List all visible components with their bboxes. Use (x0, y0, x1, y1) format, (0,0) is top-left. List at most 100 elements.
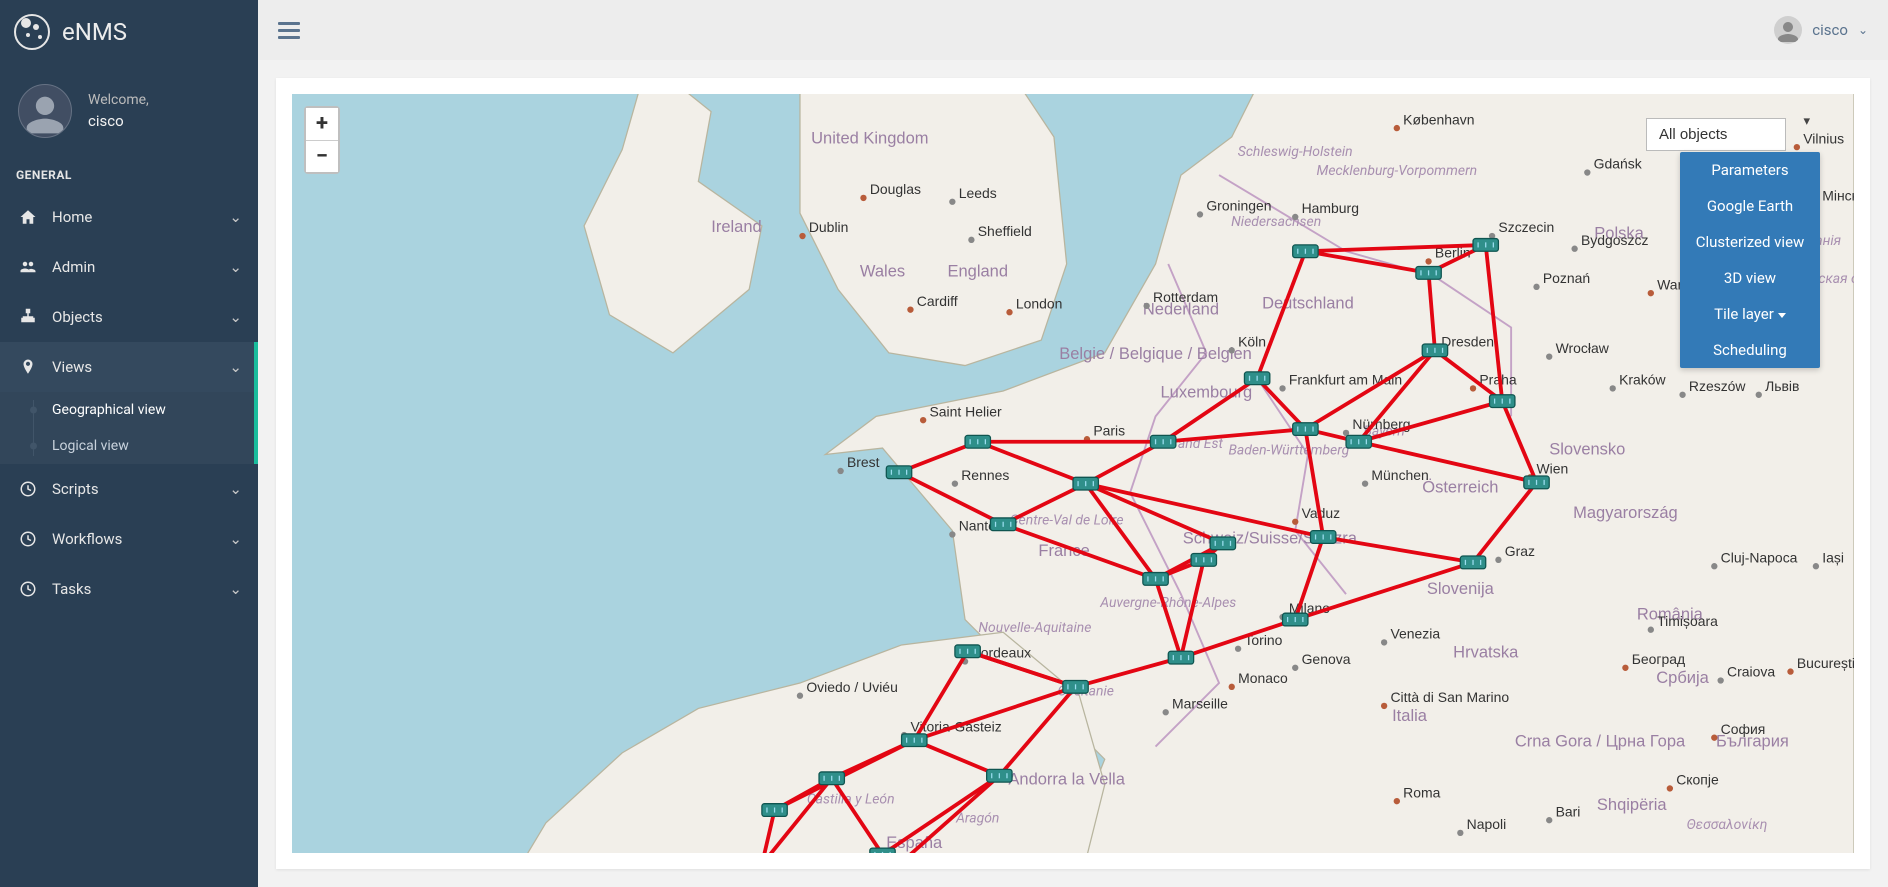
sidebar-item-label: Views (52, 358, 92, 376)
map[interactable]: + − All objects Parameters Google Earth … (292, 94, 1854, 853)
action-scheduling[interactable]: Scheduling (1680, 332, 1820, 368)
network-node-icon[interactable] (886, 466, 911, 479)
filter-select[interactable]: All objects (1646, 118, 1786, 151)
main: cisco ⌄ + − All objects Parameters Googl… (258, 0, 1888, 887)
sidebar-item-workflows[interactable]: Workflows ⌄ (0, 514, 258, 564)
network-node-icon[interactable] (902, 734, 927, 747)
hamburger-icon[interactable] (278, 18, 300, 43)
network-node-icon[interactable] (1283, 613, 1308, 626)
chevron-down-icon: ⌄ (229, 308, 242, 326)
action-clusterized[interactable]: Clusterized view (1680, 224, 1820, 260)
sidebar-item-scripts[interactable]: Scripts ⌄ (0, 464, 258, 514)
sidebar-item-views[interactable]: Views ⌄ (0, 342, 258, 392)
network-node-icon[interactable] (990, 518, 1015, 531)
network-node-icon[interactable] (1490, 395, 1515, 408)
user-block: Welcome, cisco (0, 64, 258, 162)
svg-text:München: München (1371, 467, 1428, 483)
svg-text:Kraków: Kraków (1619, 372, 1666, 388)
svg-text:București: București (1797, 655, 1854, 671)
zoom-out-button[interactable]: − (306, 140, 338, 172)
welcome-username: cisco (88, 112, 149, 130)
sidebar-section-header: GENERAL (0, 162, 258, 192)
caret-down-icon (1778, 313, 1786, 318)
network-node-icon[interactable] (965, 435, 990, 448)
svg-text:Θεσσαλονίκη: Θεσσαλονίκη (1687, 817, 1768, 833)
svg-text:Genova: Genova (1302, 651, 1351, 667)
svg-text:Craiova: Craiova (1727, 664, 1775, 680)
topbar-username: cisco (1812, 21, 1848, 39)
network-node-icon[interactable] (1244, 372, 1269, 385)
network-node-icon[interactable] (1210, 537, 1235, 550)
svg-text:Hrvatska: Hrvatska (1453, 644, 1519, 662)
network-node-icon[interactable] (987, 769, 1012, 782)
network-node-icon[interactable] (1460, 556, 1485, 569)
network-node-icon[interactable] (1150, 435, 1175, 448)
svg-text:Скопје: Скопје (1676, 772, 1719, 788)
zoom-in-button[interactable]: + (306, 108, 338, 140)
avatar (18, 84, 72, 138)
clock-icon (18, 530, 38, 548)
svg-text:Bydgoszcz: Bydgoszcz (1581, 232, 1648, 248)
svg-text:England: England (947, 263, 1008, 281)
svg-text:Paris: Paris (1093, 422, 1125, 438)
chevron-down-icon: ⌄ (229, 580, 242, 598)
svg-text:Graz: Graz (1505, 543, 1535, 559)
svg-text:Slovenija: Slovenija (1427, 580, 1495, 598)
sidebar-subitem-geographical[interactable]: Geographical view (0, 392, 258, 428)
svg-text:Napoli: Napoli (1467, 816, 1507, 832)
network-node-icon[interactable] (1073, 477, 1098, 490)
action-google-earth[interactable]: Google Earth (1680, 188, 1820, 224)
action-parameters[interactable]: Parameters (1680, 152, 1820, 188)
action-tile-layer[interactable]: Tile layer (1680, 296, 1820, 332)
network-node-icon[interactable] (1310, 531, 1335, 544)
svg-text:United Kingdom: United Kingdom (811, 129, 928, 147)
network-node-icon[interactable] (762, 804, 787, 817)
svg-text:Cluj-Napoca: Cluj-Napoca (1721, 549, 1798, 565)
network-node-icon[interactable] (1063, 680, 1088, 693)
svg-text:Mecklenburg-Vorpommern: Mecklenburg-Vorpommern (1317, 163, 1478, 179)
user-avatar-icon (1774, 16, 1802, 44)
svg-text:Poznań: Poznań (1543, 270, 1590, 286)
sidebar-item-label: Tasks (52, 580, 91, 598)
svg-text:Szczecin: Szczecin (1498, 219, 1554, 235)
sidebar-submenu-views: Geographical view Logical view (0, 392, 258, 464)
clock-icon (18, 480, 38, 498)
network-node-icon[interactable] (1524, 476, 1549, 489)
user-menu[interactable]: cisco ⌄ (1774, 16, 1868, 44)
svg-text:Venezia: Venezia (1390, 626, 1440, 642)
svg-text:Nouvelle-Aquitaine: Nouvelle-Aquitaine (978, 620, 1091, 636)
svg-text:Leeds: Leeds (959, 185, 997, 201)
network-node-icon[interactable] (1473, 239, 1498, 252)
svg-text:Cardiff: Cardiff (917, 293, 958, 309)
sidebar-item-tasks[interactable]: Tasks ⌄ (0, 564, 258, 614)
network-node-icon[interactable] (1422, 344, 1447, 357)
network-node-icon[interactable] (1346, 435, 1371, 448)
svg-text:Saint Helier: Saint Helier (929, 403, 1001, 419)
svg-text:Österreich: Österreich (1422, 479, 1498, 497)
chevron-down-icon: ⌄ (229, 480, 242, 498)
network-node-icon[interactable] (1168, 651, 1193, 664)
svg-text:Baden-Württemberg: Baden-Württemberg (1228, 442, 1349, 458)
network-node-icon[interactable] (870, 848, 895, 853)
svg-text:Vilnius: Vilnius (1803, 130, 1844, 146)
sidebar-subitem-logical[interactable]: Logical view (0, 428, 258, 464)
network-node-icon[interactable] (955, 645, 980, 658)
sidebar-item-home[interactable]: Home ⌄ (0, 192, 258, 242)
brand[interactable]: eNMS (0, 0, 258, 64)
action-3d-view[interactable]: 3D view (1680, 260, 1820, 296)
network-node-icon[interactable] (1293, 245, 1318, 258)
network-node-icon[interactable] (1191, 554, 1216, 567)
sidebar-item-objects[interactable]: Objects ⌄ (0, 292, 258, 342)
map-canvas[interactable]: United KingdomIrelandEnglandWalesNederla… (292, 94, 1854, 853)
network-node-icon[interactable] (1293, 423, 1318, 436)
topbar: cisco ⌄ (258, 0, 1888, 60)
sidebar-item-label: Home (52, 208, 92, 226)
svg-text:Львів: Львів (1765, 378, 1799, 394)
svg-text:Crna Gora / Црна Гора: Crna Gora / Црна Гора (1515, 733, 1686, 751)
network-node-icon[interactable] (819, 772, 844, 785)
sitemap-icon (18, 308, 38, 326)
svg-text:Auvergne-Rhône-Alpes: Auvergne-Rhône-Alpes (1099, 595, 1236, 611)
network-node-icon[interactable] (1416, 267, 1441, 280)
sidebar-item-admin[interactable]: Admin ⌄ (0, 242, 258, 292)
network-node-icon[interactable] (1143, 573, 1168, 586)
